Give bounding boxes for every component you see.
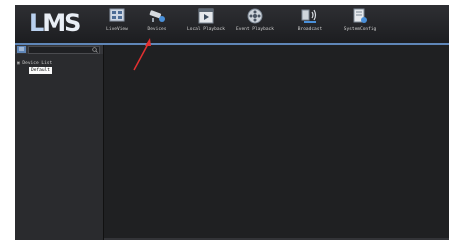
nav-broadcast[interactable]: Broadcast	[282, 8, 338, 44]
nav-local-playback-label: Local Playback	[187, 27, 225, 32]
nav-local-playback[interactable]: Local Playback	[178, 8, 234, 44]
device-search-input[interactable]	[28, 46, 100, 54]
nav-event-playback-label: Event Playback	[236, 27, 274, 32]
search-icon[interactable]	[92, 47, 98, 53]
app-logo: LMS	[29, 9, 81, 37]
broadcast-icon	[301, 9, 317, 23]
nav-systemconfig-label: SystemConfig	[343, 27, 377, 32]
tree-item-device-list[interactable]: ▣ Device List	[17, 61, 52, 66]
sidebar-toolbar	[15, 45, 103, 54]
device-sidebar: ▣ Device List Default	[15, 45, 104, 240]
main-content-area	[104, 45, 449, 240]
nav-devices-label: Devices	[147, 27, 167, 32]
top-toolbar: LMS LiveView Devices Local Playback Even…	[15, 5, 449, 44]
config-icon	[353, 8, 367, 23]
nav-devices[interactable]: Devices	[129, 8, 185, 44]
reel-icon	[247, 8, 263, 24]
horizontal-scrollbar[interactable]	[104, 238, 449, 240]
monitor-grid-icon	[109, 8, 125, 22]
camera-icon	[149, 10, 165, 22]
tree-item-label: Device List	[22, 61, 53, 66]
tree-item-default[interactable]: Default	[29, 67, 52, 74]
film-play-icon	[198, 8, 214, 24]
nav-systemconfig[interactable]: SystemConfig	[332, 8, 388, 44]
nav-event-playback[interactable]: Event Playback	[227, 8, 283, 44]
list-view-icon[interactable]	[17, 46, 26, 53]
nav-broadcast-label: Broadcast	[297, 27, 323, 32]
lms-window: LMS LiveView Devices Local Playback Even…	[15, 5, 449, 240]
